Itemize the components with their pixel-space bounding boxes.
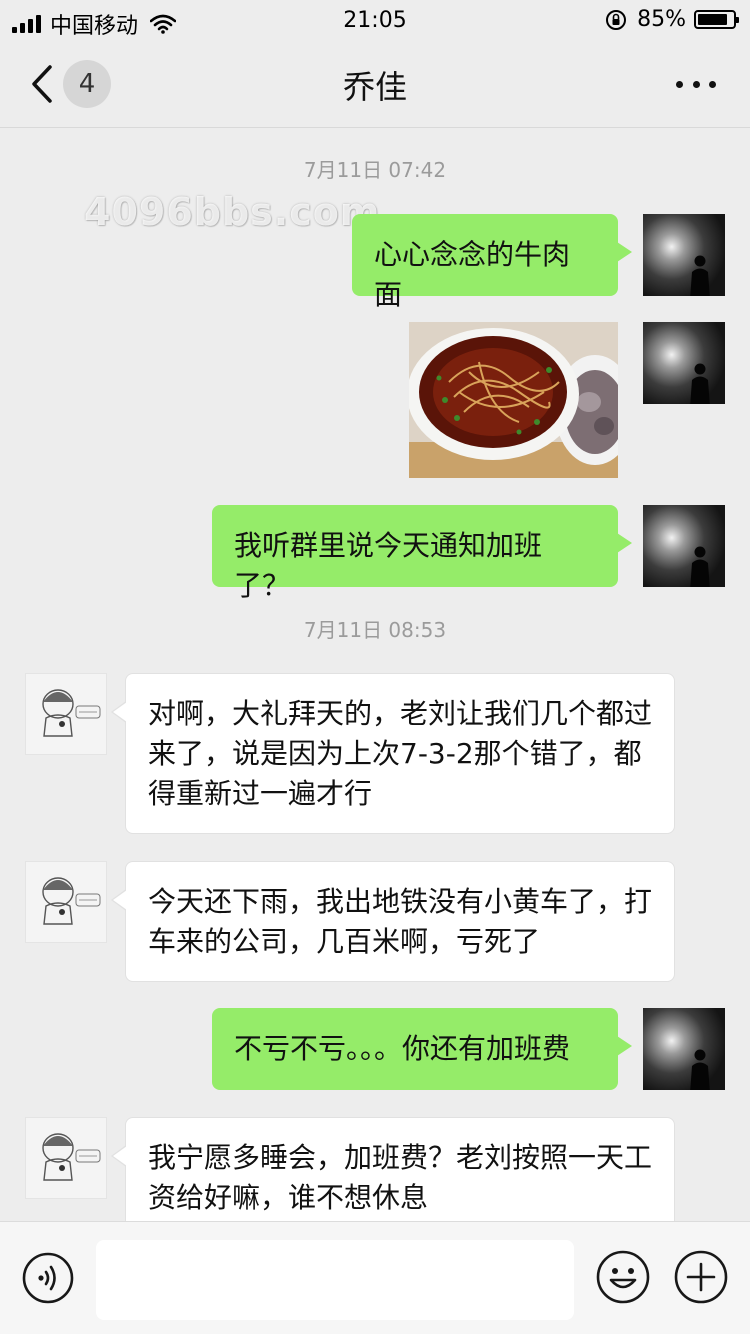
rotation-lock-icon: [606, 9, 627, 30]
emoji-icon[interactable]: [596, 1250, 650, 1304]
message-text: 不亏不亏。。。你还有加班费: [234, 1032, 571, 1065]
message-timestamp: 7月11日 08:53: [303, 618, 447, 642]
battery-percent: 85%: [637, 7, 686, 32]
my-avatar[interactable]: [643, 1008, 725, 1090]
input-bar: [0, 1221, 750, 1334]
person-silhouette-icon: [690, 255, 710, 296]
status-bar: 中国移动 21:05 85%: [0, 0, 750, 40]
contact-avatar[interactable]: [25, 673, 107, 755]
message-timestamp: 7月11日 07:42: [303, 158, 447, 182]
chat-title: 乔佳: [342, 68, 407, 106]
message-bubble-me[interactable]: 心心念念的牛肉面: [352, 214, 632, 311]
my-avatar[interactable]: [643, 214, 725, 296]
message-text: 今天还下雨，我出地铁没有小黄车了，打车来的公司，几百米啊，亏死了: [148, 885, 653, 958]
cartoon-girl-avatar-icon: [42, 1133, 101, 1181]
person-silhouette-icon: [690, 1049, 710, 1090]
message-text: 我听群里说今天通知加班了？: [234, 529, 543, 602]
person-silhouette-icon: [690, 546, 710, 587]
person-silhouette-icon: [690, 363, 710, 404]
message-bubble-me[interactable]: 我听群里说今天通知加班了？: [212, 505, 632, 602]
message-text: 心心念念的牛肉面: [374, 238, 571, 311]
noodle-bowl-image: [409, 322, 618, 478]
my-avatar[interactable]: [643, 505, 725, 587]
battery-icon: [694, 10, 739, 29]
watermark: 4096bbs.com: [84, 190, 381, 234]
voice-icon[interactable]: [22, 1252, 74, 1304]
cartoon-girl-avatar-icon: [42, 689, 101, 737]
message-bubble-other[interactable]: 我宁愿多睡会，加班费？老刘按照一天工资给好嘛，谁不想休息: [111, 1117, 675, 1221]
message-bubble-me[interactable]: 不亏不亏。。。你还有加班费: [212, 1008, 632, 1090]
more-dot-icon: [692, 80, 700, 88]
chat-area[interactable]: 7月11日 07:42 4096bbs.com 心心念念的牛肉面 我听群里说今天…: [0, 128, 750, 1221]
more-dot-icon: [676, 80, 683, 88]
more-options-button[interactable]: [676, 72, 716, 96]
contact-avatar[interactable]: [25, 1117, 107, 1199]
message-text: 对啊，大礼拜天的，老刘让我们几个都过来了，说是因为上次7-3-2那个错了，都得重…: [148, 697, 653, 810]
message-bubble-other[interactable]: 今天还下雨，我出地铁没有小黄车了，打车来的公司，几百米啊，亏死了: [111, 861, 675, 982]
my-avatar[interactable]: [643, 322, 725, 404]
contact-avatar[interactable]: [25, 861, 107, 943]
status-right: 85%: [605, 7, 739, 32]
beef-noodle-photo[interactable]: [409, 322, 618, 478]
more-dot-icon: [709, 80, 716, 88]
plus-icon[interactable]: [674, 1250, 728, 1304]
message-text: 我宁愿多睡会，加班费？老刘按照一天工资给好嘛，谁不想休息: [148, 1141, 653, 1214]
battery-level-fill: [698, 14, 727, 25]
nav-bar: 4 乔佳: [0, 40, 750, 128]
cartoon-girl-avatar-icon: [42, 877, 101, 925]
message-bubble-other[interactable]: 对啊，大礼拜天的，老刘让我们几个都过来了，说是因为上次7-3-2那个错了，都得重…: [111, 673, 675, 834]
message-input[interactable]: [96, 1240, 574, 1320]
